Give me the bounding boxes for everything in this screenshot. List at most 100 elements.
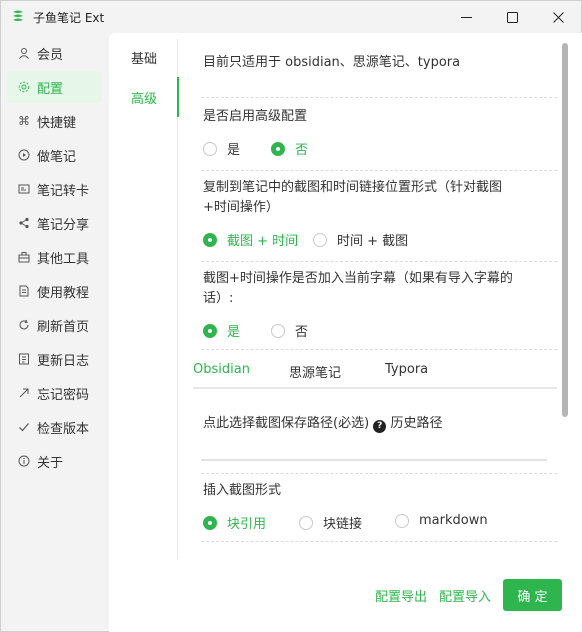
tab-basic[interactable]: 基础 (109, 37, 179, 77)
radio-label: 块链接 (323, 517, 363, 532)
save-path-field[interactable] (201, 451, 547, 461)
advanced-settings: 目前只适用于 obsidian、思源笔记、typora 是否启用高级配置 是 否… (179, 33, 569, 553)
radio-time-screenshot[interactable]: 时间 + 截图 (313, 230, 408, 249)
sidebar-item-take-notes[interactable]: 做笔记 (7, 139, 101, 171)
link-position-label-line1: 复制到笔记中的截图和时间链接位置形式（针对截图 (203, 180, 503, 195)
sidebar-item-label: 其他工具 (37, 251, 90, 267)
sidebar-item-note-share[interactable]: 笔记分享 (7, 207, 101, 239)
sidebar-item-about[interactable]: 关于 (7, 445, 101, 477)
radio-dot (203, 323, 217, 338)
divider (201, 97, 557, 98)
divider (201, 261, 557, 262)
document-icon (17, 284, 31, 298)
radio-dot (299, 515, 313, 530)
play-circle-icon (17, 148, 31, 162)
sidebar-item-label: 忘记密码 (37, 387, 90, 403)
tab-siyuan[interactable]: 思源笔记 (289, 362, 341, 381)
sidebar-item-label: 关于 (37, 455, 64, 471)
radio-dot (271, 141, 285, 156)
sidebar-item-member[interactable]: 会员 (7, 37, 101, 69)
sidebar-item-label: 会员 (37, 47, 64, 63)
radio-block-link[interactable]: 块链接 (299, 513, 362, 532)
radio-label: 时间 + 截图 (337, 234, 409, 249)
radio-enable-yes[interactable]: 是 (203, 139, 240, 158)
radio-dot (271, 323, 285, 338)
app-tabs-underline (193, 387, 557, 389)
maximize-button[interactable] (489, 1, 535, 33)
radio-label: 是 (227, 143, 241, 158)
sidebar-item-label: 使用教程 (37, 285, 90, 301)
sidebar-item-forgot-password[interactable]: 忘记密码 (7, 377, 101, 409)
window-title: 子鱼笔记 Ext (33, 11, 105, 25)
settings-tabs: 基础 高级 (109, 33, 179, 573)
minimize-icon (460, 16, 472, 18)
app-window: 子鱼笔记 Ext 会员 配置 ⌘ 快捷键 做笔记 笔记转卡 笔记分享 其他工具 … (0, 0, 582, 632)
save-path-label[interactable]: 点此选择截图保存路径(必选) (203, 416, 369, 431)
radio-label: markdown (419, 513, 488, 528)
sidebar-item-label: 刷新首页 (37, 319, 90, 335)
radio-label: 否 (295, 325, 309, 340)
command-icon: ⌘ (18, 114, 30, 128)
radio-subtitle-no[interactable]: 否 (271, 321, 308, 340)
minimize-button[interactable] (443, 1, 489, 33)
sidebar-item-label: 检查版本 (37, 421, 90, 437)
divider (201, 170, 557, 171)
radio-label: 截图 + 时间 (227, 234, 299, 249)
footer-actions: 配置导出 配置导入 确 定 (109, 571, 582, 631)
sidebar-item-label: 配置 (37, 81, 64, 97)
content-scrollbar[interactable] (561, 37, 569, 557)
link-position-label-line2: +时间操作） (203, 200, 279, 215)
arrow-up-right-icon (17, 386, 31, 400)
divider (201, 349, 557, 350)
divider (201, 473, 557, 474)
toolbox-icon (17, 250, 31, 264)
divider (201, 541, 557, 542)
card-icon (17, 182, 31, 196)
radio-dot (203, 141, 217, 156)
import-config-button[interactable]: 配置导入 (439, 586, 491, 605)
sidebar-item-label: 做笔记 (37, 149, 77, 165)
refresh-icon (17, 318, 31, 332)
close-icon (552, 11, 564, 23)
radio-dot (203, 232, 217, 247)
share-icon (17, 216, 31, 230)
enable-advanced-label: 是否启用高级配置 (203, 109, 308, 124)
sidebar-item-label: 快捷键 (37, 115, 77, 131)
sidebar-item-shortcuts[interactable]: ⌘ 快捷键 (7, 105, 101, 137)
user-icon (17, 46, 31, 60)
close-button[interactable] (535, 1, 581, 33)
history-path-link[interactable]: 历史路径 (390, 416, 442, 431)
check-icon (17, 420, 31, 434)
radio-block-ref[interactable]: 块引用 (203, 513, 266, 532)
sidebar-item-refresh-home[interactable]: 刷新首页 (7, 309, 101, 341)
sidebar-item-tutorial[interactable]: 使用教程 (7, 275, 101, 307)
tab-typora[interactable]: Typora (385, 362, 428, 377)
radio-markdown[interactable]: markdown (395, 513, 488, 528)
radio-label: 是 (227, 325, 241, 340)
question-circle-icon[interactable]: ? (373, 419, 387, 433)
tab-obsidian[interactable]: Obsidian (193, 362, 250, 377)
confirm-button[interactable]: 确 定 (503, 579, 562, 611)
sidebar-item-check-version[interactable]: 检查版本 (7, 411, 101, 443)
log-icon (17, 352, 31, 366)
sidebar-item-other-tools[interactable]: 其他工具 (7, 241, 101, 273)
sidebar-item-note-to-card[interactable]: 笔记转卡 (7, 173, 101, 205)
radio-enable-no[interactable]: 否 (271, 139, 308, 158)
subtitle-label-line1: 截图+时间操作是否加入当前字幕（如果有导入字幕的 (203, 271, 513, 286)
sidebar-item-label: 更新日志 (37, 353, 90, 369)
export-config-button[interactable]: 配置导出 (375, 586, 427, 605)
radio-dot (313, 232, 327, 247)
sidebar-item-changelog[interactable]: 更新日志 (7, 343, 101, 375)
compat-note: 目前只适用于 obsidian、思源笔记、typora (203, 55, 461, 70)
radio-dot (395, 513, 409, 528)
radio-subtitle-yes[interactable]: 是 (203, 321, 240, 340)
app-logo-icon (13, 10, 23, 21)
config-panel: 基础 高级 目前只适用于 obsidian、思源笔记、typora 是否启用高级… (109, 33, 582, 632)
tab-advanced[interactable]: 高级 (109, 77, 179, 117)
sidebar-item-config[interactable]: 配置 (7, 71, 101, 103)
sidebar-item-label: 笔记转卡 (37, 183, 90, 199)
scroll-thumb[interactable] (562, 43, 568, 417)
tab-rail (177, 39, 178, 559)
sidebar-item-label: 笔记分享 (37, 217, 90, 233)
radio-screenshot-time[interactable]: 截图 + 时间 (203, 230, 298, 249)
